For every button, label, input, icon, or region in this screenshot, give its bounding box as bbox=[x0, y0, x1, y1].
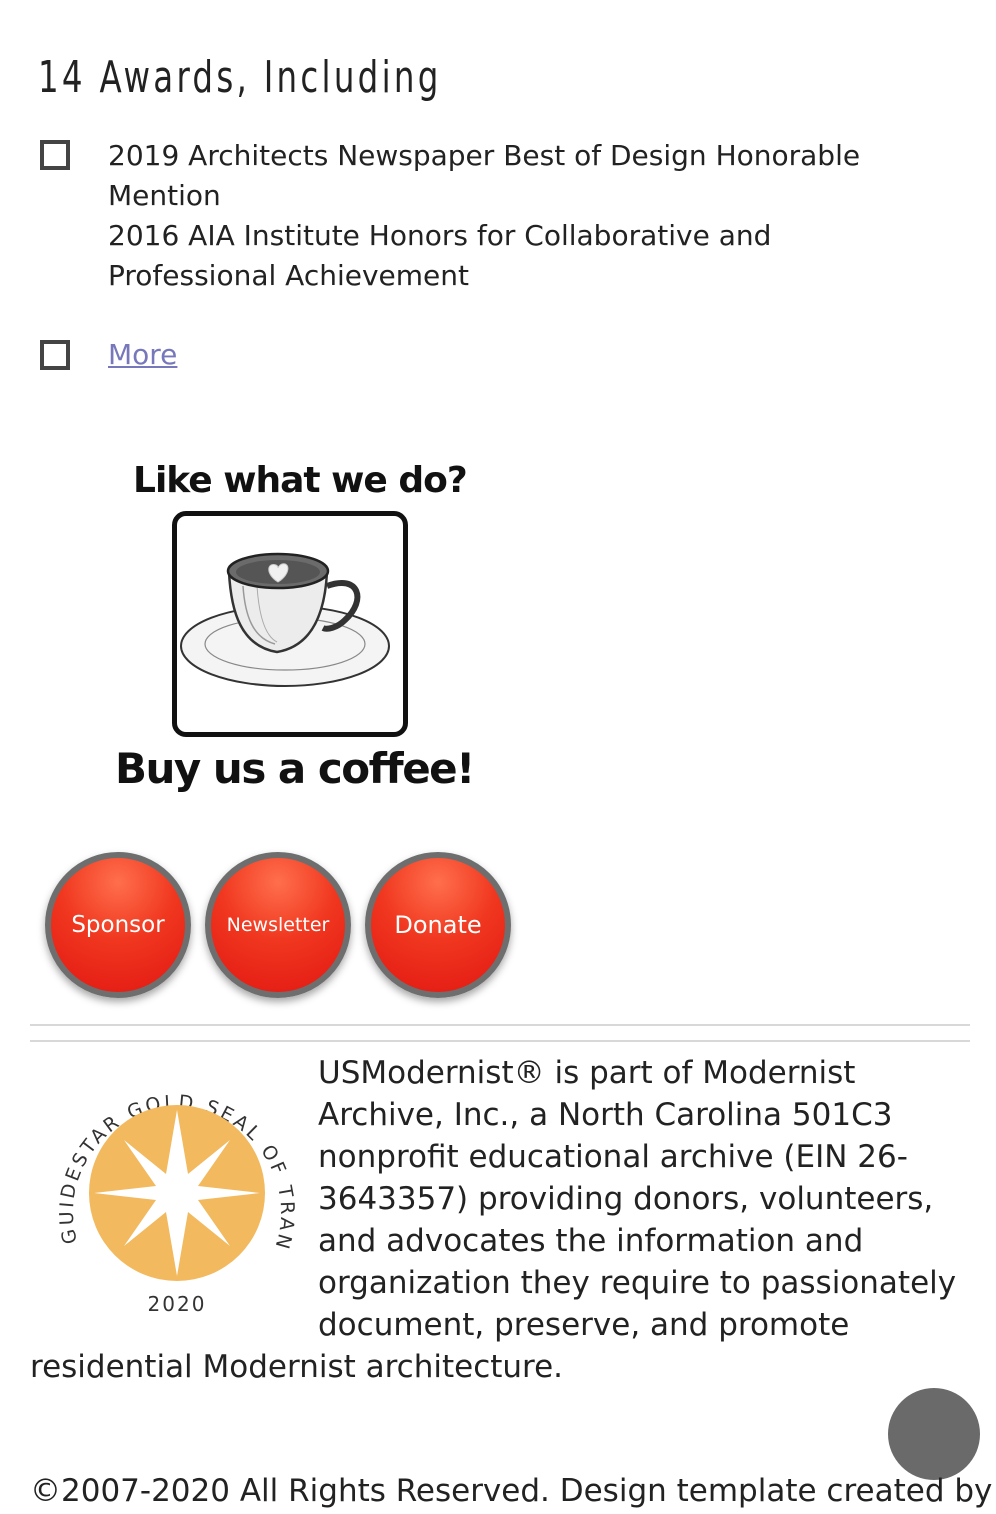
award-item: 2016 AIA Institute Honors for Collaborat… bbox=[108, 219, 772, 292]
footer-copyright: ©2007-2020 All Rights Reserved. Design t… bbox=[30, 1473, 993, 1509]
coffee-headline: Like what we do? bbox=[133, 460, 468, 501]
coffee-image-frame bbox=[172, 511, 408, 737]
award-item: 2019 Architects Newspaper Best of Design… bbox=[108, 139, 861, 212]
sponsor-button[interactable]: Sponsor bbox=[45, 852, 191, 998]
newsletter-button[interactable]: Newsletter bbox=[205, 852, 351, 998]
award-checkbox[interactable] bbox=[40, 140, 70, 170]
scroll-to-top-button[interactable] bbox=[888, 1388, 980, 1480]
divider bbox=[30, 1024, 970, 1026]
coffee-cup-icon bbox=[180, 552, 390, 687]
about-block: USModernist® is part of Modernist Archiv… bbox=[30, 1052, 970, 1388]
donate-button[interactable]: Donate bbox=[365, 852, 511, 998]
more-checkbox[interactable] bbox=[40, 340, 70, 370]
awards-heading: 14 Awards, Including bbox=[38, 52, 442, 103]
seal-float-space bbox=[30, 1052, 318, 1342]
coffee-call-to-action: Buy us a coffee! bbox=[115, 744, 475, 793]
divider bbox=[30, 1040, 970, 1042]
more-link[interactable]: More bbox=[108, 335, 177, 375]
